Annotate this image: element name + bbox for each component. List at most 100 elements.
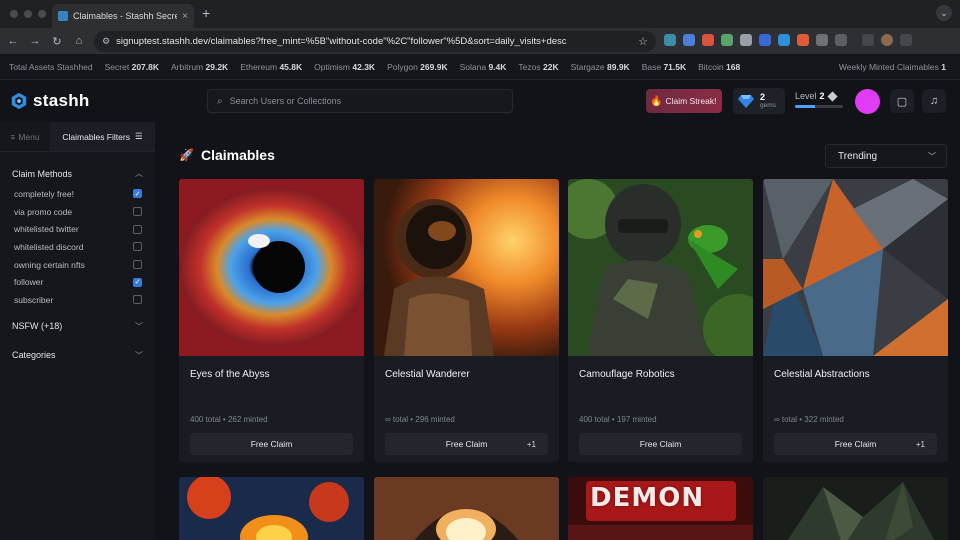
claim-method-label: owning certain nfts	[14, 259, 85, 270]
claim-method-checkbox[interactable]	[133, 260, 142, 270]
level-cube-icon	[826, 90, 838, 102]
free-claim-button[interactable]: Free Claim	[579, 433, 742, 455]
claim-method-checkbox[interactable]	[133, 207, 142, 217]
card-image	[763, 179, 948, 356]
free-claim-label: Free Claim	[445, 439, 488, 449]
page-title: 🚀 Claimables	[179, 147, 275, 163]
menu-tab-label: Menu	[18, 131, 40, 142]
tab-close-icon[interactable]: ×	[182, 11, 188, 22]
download-icon[interactable]	[862, 34, 874, 46]
claim-method-item[interactable]: via promo code	[14, 203, 142, 221]
claimable-card[interactable]	[763, 477, 948, 540]
user-avatar[interactable]	[855, 89, 880, 114]
claimable-card[interactable]: DEMON	[568, 477, 753, 540]
categories-header[interactable]: Categories ﹀	[0, 350, 155, 361]
address-url[interactable]: signuptest.stashh.dev/claimables?free_mi…	[116, 36, 632, 47]
messages-icon[interactable]: ▢	[890, 89, 914, 113]
claimable-card[interactable]: Camouflage Robotics 400 total • 197 mint…	[568, 179, 753, 462]
browser-tab[interactable]: Claimables - Stashh Secret N ×	[52, 4, 194, 28]
claim-method-checkbox[interactable]	[133, 295, 142, 305]
free-claim-button[interactable]: Free Claim +1	[385, 433, 548, 455]
extension-icon[interactable]	[683, 34, 695, 46]
claim-method-item[interactable]: completely free! ✓	[14, 185, 142, 203]
search-box[interactable]: ⌕	[207, 89, 513, 113]
extension-icon[interactable]	[816, 34, 828, 46]
notifications-bell-icon[interactable]: ♫	[922, 89, 946, 113]
claimables-filters-tab[interactable]: Claimables Filters ☰	[50, 122, 155, 151]
level-progress-fill	[795, 105, 816, 108]
free-claim-label: Free Claim	[250, 439, 293, 449]
claim-method-item[interactable]: whitelisted discord	[14, 238, 142, 256]
ticker-item: Base 71.5K	[641, 61, 687, 72]
nsfw-header[interactable]: NSFW (+18) ﹀	[0, 321, 155, 332]
bookmark-star-icon[interactable]: ☆	[638, 35, 648, 48]
ticker-item: Ethereum 45.8K	[240, 61, 303, 72]
card-meta: 400 total • 262 minted	[190, 415, 268, 424]
claim-method-checkbox[interactable]	[133, 242, 142, 252]
page-title-text: Claimables	[200, 147, 275, 163]
ticker-item: Arbitrum 29.2K	[171, 61, 229, 72]
categories-title: Categories	[12, 350, 56, 361]
card-image	[179, 179, 364, 356]
extension-icon[interactable]	[740, 34, 752, 46]
claimable-card[interactable]	[374, 477, 559, 540]
browser-menu-icon[interactable]	[900, 34, 912, 46]
claim-method-item[interactable]: owning certain nfts	[14, 256, 142, 274]
ticker-item: Bitcoin 168	[698, 61, 741, 72]
forward-icon[interactable]: →	[24, 35, 46, 47]
claim-method-checkbox[interactable]	[133, 224, 142, 234]
free-claim-button[interactable]: Free Claim	[190, 433, 353, 455]
menu-tab[interactable]: ≡ Menu	[0, 122, 50, 151]
home-icon[interactable]: ⌂	[68, 35, 90, 47]
filter-icon: ☰	[134, 131, 143, 141]
extension-icon[interactable]	[721, 34, 733, 46]
sort-select[interactable]: Trending ﹀	[825, 144, 947, 168]
profile-avatar-icon[interactable]	[881, 34, 893, 46]
card-image	[374, 477, 559, 540]
card-meta: ∞ total • 296 minted	[385, 415, 455, 424]
claim-methods-title: Claim Methods	[12, 168, 73, 179]
card-title: Celestial Abstractions	[774, 369, 870, 380]
reload-icon[interactable]: ↻	[46, 35, 68, 48]
new-tab-button[interactable]: +	[202, 6, 210, 20]
extension-icon[interactable]	[664, 34, 676, 46]
extension-icon[interactable]	[778, 34, 790, 46]
claimable-card[interactable]: Celestial Wanderer ∞ total • 296 minted …	[374, 179, 559, 462]
claimable-card[interactable]: Celestial Abstractions ∞ total • 322 min…	[763, 179, 948, 462]
ticker-item: Solana 9.4K	[459, 61, 507, 72]
ticker-item: Total Assets Stashhed	[9, 61, 93, 72]
browser-toolbar: ← → ↻ ⌂ ⚙ signuptest.stashh.dev/claimabl…	[0, 28, 960, 54]
address-bar[interactable]: ⚙ signuptest.stashh.dev/claimables?free_…	[94, 31, 656, 52]
claim-method-item[interactable]: subscriber	[14, 291, 142, 309]
search-icon: ⌕	[217, 95, 223, 107]
puzzle-icon[interactable]	[835, 34, 847, 46]
search-input[interactable]	[229, 96, 500, 106]
card-title: Celestial Wanderer	[385, 369, 470, 380]
menu-icon: ≡	[10, 131, 16, 142]
site-info-icon[interactable]: ⚙	[102, 36, 110, 47]
chevron-down-icon: ﹀	[928, 151, 936, 161]
claim-method-checkbox[interactable]: ✓	[133, 277, 142, 287]
sidebar-tabs: ≡ Menu Claimables Filters ☰	[0, 122, 155, 152]
back-icon[interactable]: ←	[2, 35, 24, 47]
ticker-item: Tezos 22K	[518, 61, 559, 72]
tab-search-icon[interactable]: ⌄	[936, 5, 952, 21]
claim-streak-button[interactable]: 🔥 Claim Streak!	[646, 89, 722, 113]
extension-icon[interactable]	[759, 34, 771, 46]
extension-icon[interactable]	[797, 34, 809, 46]
claim-method-checkbox[interactable]: ✓	[133, 189, 142, 199]
nsfw-title: NSFW (+18)	[12, 321, 63, 332]
level-value: 2	[819, 91, 825, 101]
claimable-card[interactable]: Eyes of the Abyss 400 total • 262 minted…	[179, 179, 364, 462]
extension-icon[interactable]	[702, 34, 714, 46]
claim-methods-header[interactable]: Claim Methods ︿	[0, 168, 155, 179]
claim-methods-list: completely free! ✓ via promo code whitel…	[0, 185, 155, 309]
claim-method-item[interactable]: follower ✓	[14, 273, 142, 291]
claim-method-item[interactable]: whitelisted twitter	[14, 220, 142, 238]
window-controls[interactable]	[10, 10, 46, 18]
stashh-logo[interactable]: stashh	[10, 91, 90, 111]
claimable-card[interactable]	[179, 477, 364, 540]
gems-counter[interactable]: 2 gems	[733, 88, 785, 114]
level-indicator[interactable]: Level 2	[795, 90, 845, 108]
free-claim-button[interactable]: Free Claim +1	[774, 433, 937, 455]
